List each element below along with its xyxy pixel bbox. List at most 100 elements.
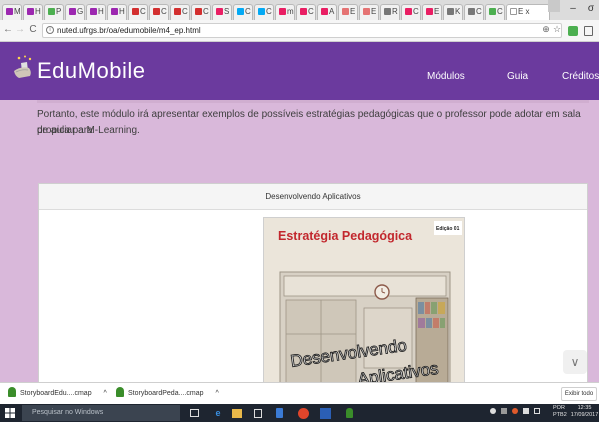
browser-tab[interactable]: C F [149, 4, 169, 20]
tab-favicon-icon [279, 8, 286, 15]
tab-label: C [476, 7, 482, 16]
main-content: Portanto, este módulo irá apresentar exe… [0, 100, 599, 382]
tab-strip: ME H C P G C H F H F C F C F C F C F S C Cm C A E E R C E K C… [0, 0, 599, 20]
brand-title[interactable]: EduMobile [37, 58, 145, 84]
browser-tab[interactable]: H C [23, 4, 43, 20]
panel-title: Desenvolvendo Aplicativos [39, 184, 587, 210]
close-window-icon[interactable]: σ [584, 3, 598, 14]
browser-tab[interactable]: C [401, 4, 421, 20]
url-text: nuted.ufrgs.br/oa/edumobile/m4_ep.html [57, 26, 201, 35]
tab-label: H F [98, 7, 105, 16]
download-item[interactable]: StoryboardEdu....cmap ^ [8, 387, 107, 401]
browser-tab[interactable]: E [422, 4, 442, 20]
browser-tab[interactable]: ME [2, 4, 22, 20]
download-item[interactable]: StoryboardPeda....cmap ^ [116, 387, 219, 401]
tab-label: C [413, 7, 419, 16]
tab-favicon-icon [468, 8, 475, 15]
store-icon[interactable] [254, 409, 262, 418]
browser-tab[interactable]: R [380, 4, 400, 20]
browser-tab[interactable]: C F [191, 4, 211, 20]
tab-favicon-icon [363, 8, 370, 15]
extension-icon[interactable] [568, 26, 578, 36]
tab-favicon-icon [321, 8, 328, 15]
tab-label: H C [35, 7, 42, 16]
language-indicator[interactable]: POR PTB2 [553, 405, 567, 419]
download-item-label: StoryboardEdu....cmap [20, 390, 92, 397]
browser-tab[interactable]: C F [128, 4, 148, 20]
download-menu-caret-icon[interactable]: ^ [215, 390, 218, 397]
downloads-bar: StoryboardEdu....cmap ^ StoryboardPeda..… [0, 382, 599, 404]
browser-tab[interactable]: C [296, 4, 316, 20]
tab-label: C F [140, 7, 147, 16]
browser-tab[interactable]: H F [86, 4, 106, 20]
cut-off-text-line [37, 100, 589, 103]
windows-search-input[interactable]: Pesquisar no Windows [22, 405, 180, 421]
tab-label: S [224, 7, 230, 16]
lang-layout: PTB2 [553, 412, 567, 418]
browser-tab[interactable]: C [254, 4, 274, 20]
tab-label: E [434, 7, 440, 16]
app-panel: Desenvolvendo Aplicativos Estratégia Ped… [38, 183, 588, 382]
download-menu-caret-icon[interactable]: ^ [104, 390, 107, 397]
edumobile-logo-icon[interactable] [11, 54, 37, 82]
browser-tab[interactable]: C [485, 4, 505, 20]
bookmark-star-icon[interactable]: ☆ [551, 24, 563, 35]
browser-tab[interactable]: C [233, 4, 253, 20]
word-icon[interactable] [320, 408, 331, 419]
forward-icon[interactable]: → [14, 24, 26, 35]
tab-label: C [308, 7, 314, 16]
extension2-icon[interactable] [584, 26, 593, 36]
browser-tab[interactable]: H F [107, 4, 127, 20]
tab-favicon-icon [216, 8, 223, 15]
url-input[interactable]: i nuted.ufrgs.br/oa/edumobile/m4_ep.html [42, 23, 562, 38]
browser-tab[interactable]: P [44, 4, 64, 20]
scroll-down-icon[interactable]: ∨ [563, 350, 587, 374]
site-header: EduMobile Módulos Guia Créditos [0, 42, 599, 100]
windows-start-icon[interactable] [5, 408, 15, 418]
tab-favicon-icon [447, 8, 454, 15]
tab-favicon-icon [48, 8, 55, 15]
info-icon[interactable]: i [46, 26, 54, 34]
task-view-icon[interactable] [190, 409, 199, 417]
cmap-app-icon[interactable] [346, 408, 353, 418]
browser-tab[interactable]: E [359, 4, 379, 20]
cover-illustration: Estratégia Pedagógica Edição 01 Desenvol… [264, 218, 464, 382]
clock[interactable]: 12:35 17/09/2017 [570, 405, 599, 419]
tab-favicon-icon [153, 8, 160, 15]
browser-tab[interactable]: S [212, 4, 232, 20]
show-all-downloads-button[interactable]: Exibir todo [561, 387, 597, 401]
chrome-icon[interactable] [298, 408, 309, 419]
tab-favicon-icon [384, 8, 391, 15]
browser-tab[interactable]: G C [65, 4, 85, 20]
browser-tab[interactable]: m [275, 4, 295, 20]
tab-label: G C [77, 7, 84, 16]
tab-label: E [350, 7, 356, 16]
cover-edition: Edição 01 [436, 226, 460, 232]
tab-label: ME [14, 7, 21, 16]
lang-code: POR [553, 405, 565, 411]
system-tray-icons[interactable] [490, 407, 550, 419]
tab-favicon-icon [195, 8, 202, 15]
profile-icon[interactable] [548, 0, 560, 12]
browser-tab[interactable]: A [317, 4, 337, 20]
browser-tab[interactable]: K [443, 4, 463, 20]
nav-modulos[interactable]: Módulos [427, 71, 465, 82]
minimize-icon[interactable]: – [566, 3, 580, 14]
browser-tab[interactable]: E x [506, 4, 550, 20]
tab-favicon-icon [69, 8, 76, 15]
tab-label: E [371, 7, 377, 16]
app-icon[interactable] [276, 408, 283, 418]
back-icon[interactable]: ← [2, 24, 14, 35]
file-explorer-icon[interactable] [232, 409, 242, 418]
nav-creditos[interactable]: Créditos [562, 71, 599, 82]
edge-icon[interactable]: e [212, 407, 224, 419]
tab-favicon-icon [111, 8, 118, 15]
clock-time: 12:35 [577, 405, 592, 411]
browser-tab[interactable]: C F [170, 4, 190, 20]
browser-tab[interactable]: C [464, 4, 484, 20]
tab-favicon-icon [342, 8, 349, 15]
download-item-label: StoryboardPeda....cmap [128, 390, 204, 397]
browser-tab[interactable]: E [338, 4, 358, 20]
reload-icon[interactable]: C [27, 24, 39, 35]
nav-guia[interactable]: Guia [507, 71, 528, 82]
